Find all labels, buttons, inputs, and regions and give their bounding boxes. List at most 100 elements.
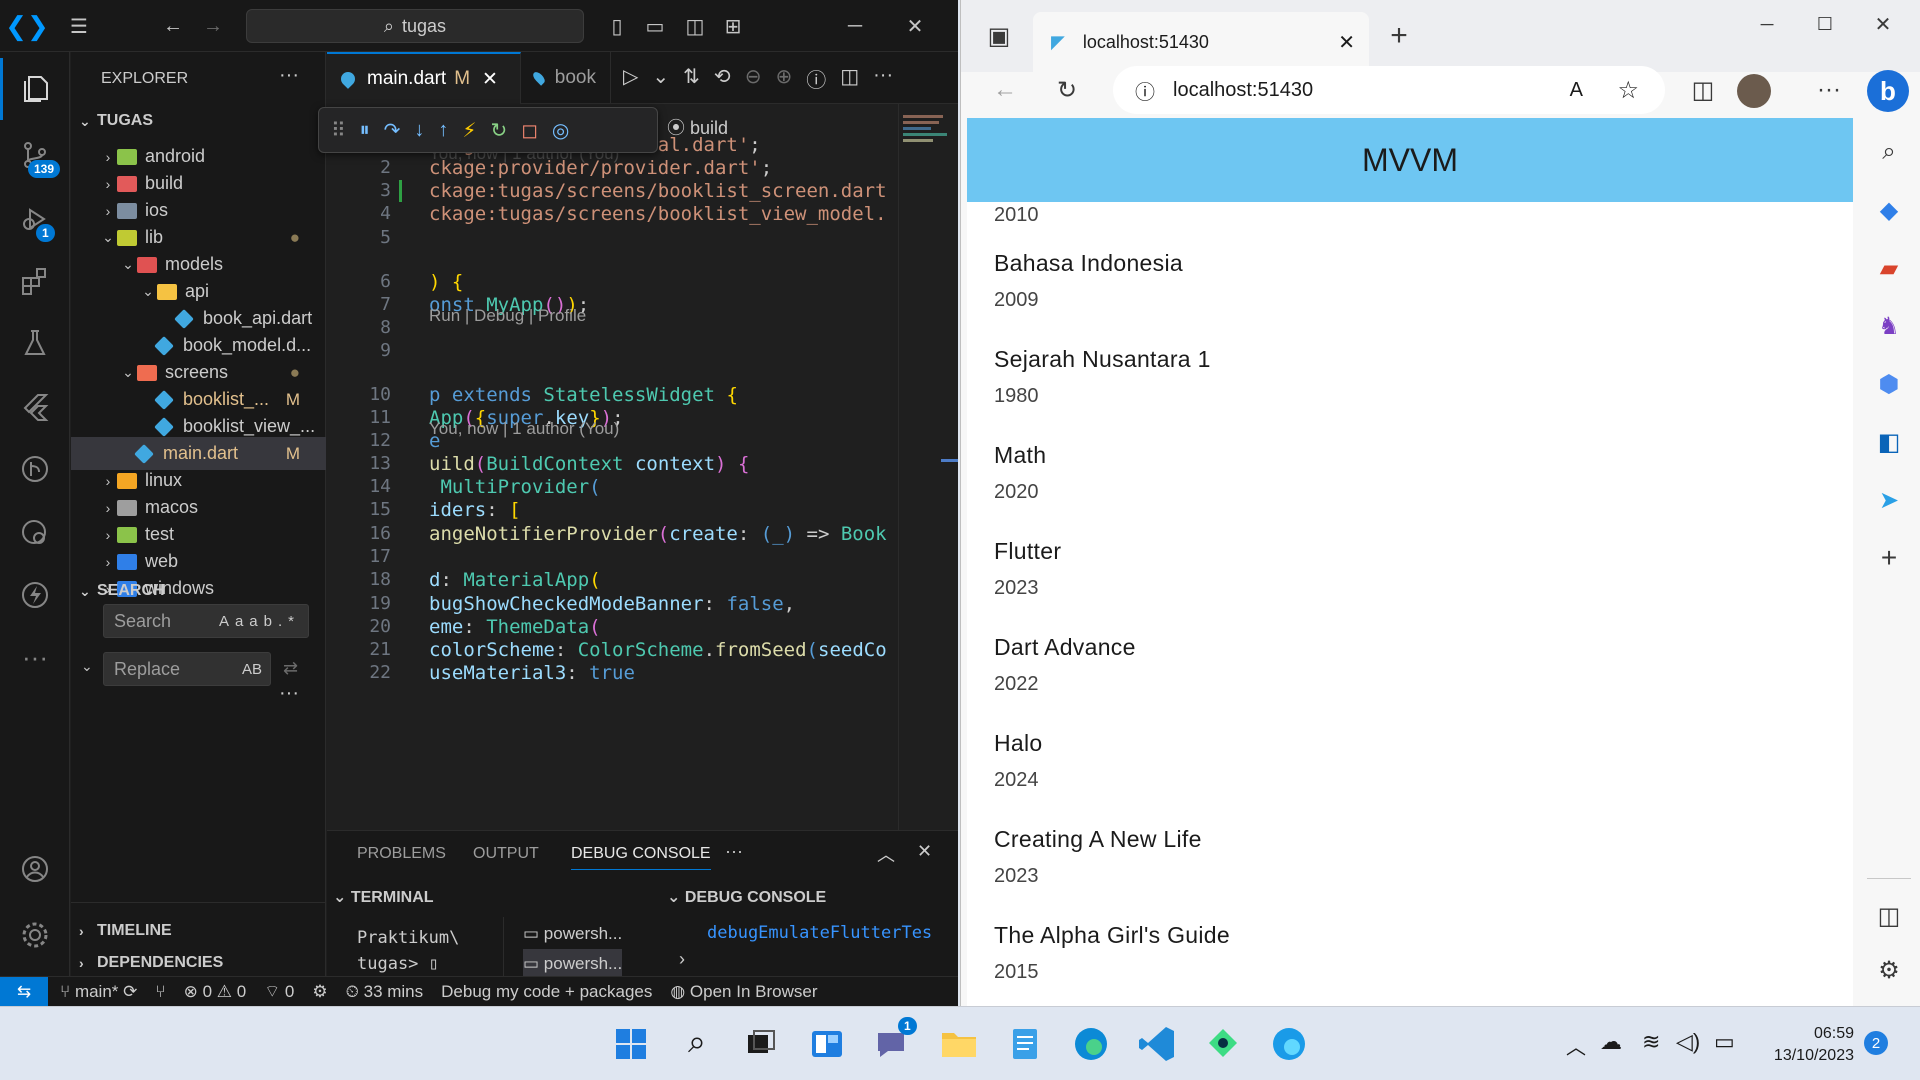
explorer-more-icon[interactable]: ··· (279, 64, 299, 87)
toggle-replace-chevron-icon[interactable]: ⌄ (81, 658, 93, 675)
match-case-icon[interactable]: Aa (219, 613, 249, 630)
next-change-icon[interactable]: ⊕ (775, 64, 792, 93)
drop-send-icon[interactable]: ➤ (1871, 482, 1907, 518)
git-graph-status-icon[interactable]: ⑂ (155, 982, 165, 1002)
sidebar-settings-icon[interactable]: ⚙ (1871, 952, 1907, 988)
command-center-search[interactable]: ⌕ tugas (246, 9, 584, 43)
timeline-header[interactable]: › TIMELINE (79, 916, 334, 946)
codelens-author[interactable]: You, now | 1 author (You) (429, 419, 619, 439)
new-tab-icon[interactable]: + (1381, 18, 1417, 54)
codelens-run-debug[interactable]: Run | Debug | Profile (429, 306, 586, 326)
manage-gear-icon[interactable] (0, 904, 70, 966)
search-icon[interactable]: ⌕ (1871, 134, 1907, 170)
back-arrow-icon[interactable]: ← (158, 12, 188, 40)
add-sidebar-app-icon[interactable]: + (1871, 540, 1907, 576)
teams-chat-icon[interactable]: 1 (872, 1017, 917, 1065)
toggle-sidebar-icon[interactable]: ▯ (602, 12, 632, 40)
regex-icon[interactable]: .* (278, 613, 300, 630)
browser-tab[interactable]: ◤ localhost:51430 ✕ (1033, 12, 1369, 72)
onedrive-icon[interactable]: ☁ (1600, 1029, 1622, 1055)
wifi-icon[interactable]: ≋ (1642, 1029, 1660, 1055)
maximize-icon[interactable]: ☐ (1807, 6, 1843, 42)
android-studio-icon[interactable] (1202, 1023, 1244, 1065)
tab-output[interactable]: OUTPUT (473, 845, 539, 863)
tab-actions-icon[interactable]: ▣ (981, 18, 1017, 54)
tab-debug-console[interactable]: DEBUG CONSOLE (571, 845, 711, 870)
extensions-icon[interactable] (0, 250, 70, 312)
read-aloud-icon[interactable]: A (1570, 79, 1583, 102)
previous-change-icon[interactable]: ⊖ (745, 64, 762, 93)
microsoft365-icon[interactable]: ⬢ (1871, 366, 1907, 402)
tab-main-dart[interactable]: main.dart M ✕ (327, 52, 521, 104)
more-icon[interactable]: ··· (0, 626, 70, 688)
close-window-icon[interactable]: ✕ (900, 12, 930, 40)
close-panel-icon[interactable]: ✕ (917, 841, 932, 862)
volume-icon[interactable]: ◁) (1676, 1029, 1700, 1055)
close-tab-icon[interactable]: ✕ (1338, 30, 1355, 55)
search-section-header[interactable]: ⌄ SEARCH (79, 576, 334, 606)
remote-indicator-icon[interactable]: ⇆ (0, 976, 48, 1006)
code-editor[interactable]: ⦿ build You, now | 1 author (You) 1ckage… (327, 104, 958, 830)
terminal-session-item[interactable]: ▭ powersh... (523, 919, 622, 949)
panel-more-icon[interactable]: ··· (725, 841, 743, 862)
testing-icon[interactable] (0, 312, 70, 374)
debug-console-output[interactable]: debugEmulateFlutterTes (707, 923, 932, 943)
maximize-panel-icon[interactable]: ︿ (877, 841, 895, 867)
show-hidden-icons-icon[interactable]: ︿ (1566, 1031, 1586, 1060)
problems-indicator[interactable]: ⊗ 0 ⚠ 0 (184, 982, 247, 1002)
step-out-icon[interactable]: ↑ (438, 119, 448, 142)
dependencies-header[interactable]: › DEPENDENCIES (79, 948, 334, 978)
notepad-icon[interactable] (1004, 1023, 1046, 1065)
menu-icon[interactable]: ☰ (64, 12, 94, 40)
search-more-icon[interactable]: ··· (279, 682, 299, 705)
thunder-client-icon[interactable] (0, 564, 70, 626)
minimize-icon[interactable]: ─ (840, 12, 870, 40)
tab-book[interactable]: book (521, 52, 611, 104)
workspace-header[interactable]: ⌄ TUGAS (79, 106, 334, 136)
flutter-inspector-icon[interactable]: ⓘ (806, 64, 826, 93)
back-icon[interactable]: ← (987, 72, 1023, 108)
list-item[interactable]: The Alpha Girl's Guide 2015 (994, 922, 1230, 984)
restart-icon[interactable]: ↻ (490, 118, 507, 143)
branch-indicator[interactable]: ⑂ main* ⟳ (60, 982, 137, 1002)
debug-mode[interactable]: Debug my code + packages (441, 982, 652, 1002)
copilot-bing-icon[interactable]: b (1867, 70, 1909, 112)
list-item[interactable]: Flutter 2023 (994, 538, 1061, 600)
toggle-panel-icon[interactable]: ▭ (640, 12, 670, 40)
list-item[interactable]: Dart Advance 2022 (994, 634, 1136, 696)
list-item[interactable]: Bahasa Indonesia 2009 (994, 250, 1183, 312)
match-word-icon[interactable]: ab (249, 613, 278, 630)
hide-sidebar-icon[interactable]: ◫ (1871, 898, 1907, 934)
step-over-icon[interactable]: ↷ (384, 118, 401, 143)
minimap[interactable] (903, 112, 951, 158)
battery-icon[interactable]: ▭ (1714, 1029, 1735, 1055)
run-dropdown-icon[interactable]: ⌄ (652, 64, 669, 93)
edge-icon[interactable] (1070, 1023, 1112, 1065)
terminal-header[interactable]: ⌄ TERMINAL (333, 887, 434, 907)
open-in-browser[interactable]: ◍ Open In Browser (670, 982, 817, 1002)
edge-beta-icon[interactable] (1268, 1023, 1310, 1065)
minimize-icon[interactable]: ─ (1749, 6, 1785, 42)
run-icon[interactable]: ▷ (623, 64, 638, 93)
accounts-icon[interactable] (0, 838, 70, 900)
favorite-star-icon[interactable]: ☆ (1617, 76, 1639, 105)
system-clock[interactable]: 06:59 13/10/2023 (1774, 1023, 1854, 1067)
hot-reload-icon[interactable]: ⚡ (462, 118, 476, 143)
close-tab-icon[interactable]: ✕ (482, 68, 498, 91)
avatar[interactable] (1737, 74, 1771, 108)
compare-changes-icon[interactable]: ⇅ (683, 64, 700, 93)
list-item[interactable]: Creating A New Life 2023 (994, 826, 1202, 888)
settings-more-icon[interactable]: ··· (1811, 72, 1847, 108)
start-icon[interactable] (610, 1023, 652, 1065)
task-view-icon[interactable] (740, 1023, 782, 1065)
explorer-icon[interactable] (0, 58, 70, 120)
replace-input[interactable]: Replace AB (103, 652, 271, 686)
preserve-case-icon[interactable]: AB (242, 661, 262, 678)
address-bar[interactable]: ⓘ localhost:51430 A ☆ (1113, 66, 1665, 114)
split-editor-icon[interactable]: ◫ (840, 64, 859, 93)
stop-icon[interactable]: ◻ (521, 118, 538, 143)
run-debug-icon[interactable]: 1 (0, 188, 70, 250)
shopping-tag-icon[interactable]: ◆ (1871, 192, 1907, 228)
pause-icon[interactable]: ⏸ (360, 119, 370, 142)
widgets-icon[interactable] (806, 1023, 848, 1065)
